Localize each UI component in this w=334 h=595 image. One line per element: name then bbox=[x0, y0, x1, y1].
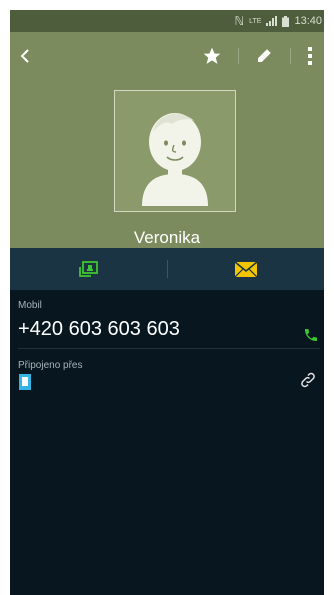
contact-name: Veronika bbox=[133, 228, 201, 247]
back-button[interactable] bbox=[14, 42, 36, 70]
mobile-label: Mobil bbox=[18, 300, 42, 311]
contact-card-button[interactable] bbox=[10, 248, 167, 290]
nfc-icon: ℕ bbox=[234, 14, 245, 28]
linked-account-icon[interactable] bbox=[18, 374, 32, 390]
pencil-icon bbox=[258, 49, 271, 62]
phone-device-icon bbox=[19, 374, 31, 390]
contact-header: Veronika bbox=[10, 32, 324, 248]
status-bar: ℕ LTE 13:40 bbox=[10, 10, 324, 32]
envelope-icon bbox=[234, 261, 257, 277]
message-button[interactable] bbox=[167, 248, 324, 290]
star-icon bbox=[203, 47, 221, 64]
chevron-left-icon bbox=[20, 49, 29, 63]
phone-icon bbox=[305, 329, 317, 341]
avatar[interactable] bbox=[114, 90, 236, 212]
clock: 13:40 bbox=[294, 15, 322, 27]
signal-icon bbox=[266, 16, 278, 26]
phone-number[interactable]: +420 603 603 603 bbox=[18, 318, 180, 341]
more-vertical-icon bbox=[308, 47, 312, 65]
toolbar-divider bbox=[238, 48, 239, 64]
battery-icon bbox=[282, 15, 290, 27]
field-divider bbox=[18, 348, 320, 349]
toolbar-divider bbox=[290, 48, 291, 64]
linked-via-label: Připojeno přes bbox=[18, 360, 83, 371]
contact-card-icon bbox=[78, 261, 98, 277]
favorite-button[interactable] bbox=[198, 42, 226, 70]
link-icon bbox=[301, 372, 315, 388]
link-button[interactable] bbox=[296, 368, 320, 392]
network-type-label: LTE bbox=[249, 17, 262, 25]
action-bar bbox=[10, 248, 324, 290]
edit-button[interactable] bbox=[250, 42, 278, 70]
call-button[interactable] bbox=[300, 324, 322, 346]
more-options-button[interactable] bbox=[300, 42, 320, 70]
default-avatar-icon bbox=[142, 113, 208, 206]
contact-screen: ℕ LTE 13:40 Veronika Mobil +420 603 603 … bbox=[10, 10, 324, 595]
